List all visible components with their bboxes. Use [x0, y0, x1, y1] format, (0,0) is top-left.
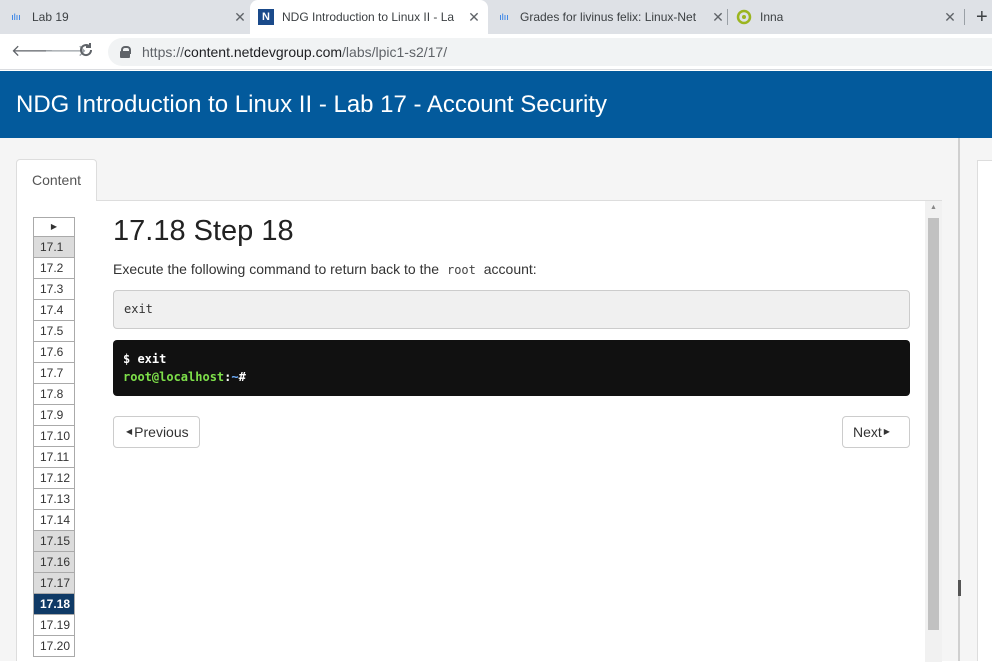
- step-instruction: Execute the following command to return …: [113, 261, 537, 277]
- previous-label: Previous: [134, 424, 189, 440]
- step-item[interactable]: 17.13: [33, 489, 75, 510]
- instruction-code: root: [446, 263, 476, 277]
- instruction-text: account:: [483, 261, 537, 277]
- step-item[interactable]: 17.15: [33, 531, 75, 552]
- step-item[interactable]: 17.9: [33, 405, 75, 426]
- reload-icon: [80, 43, 93, 57]
- step-item[interactable]: 17.5: [33, 321, 75, 342]
- step-nav-toggle[interactable]: ▶: [33, 217, 75, 237]
- ring-icon: [736, 9, 752, 25]
- command-box[interactable]: exit: [113, 290, 910, 329]
- content-scrollbar[interactable]: ▲: [925, 201, 942, 662]
- prompt-path: ~: [231, 370, 239, 384]
- terminal-line: $ exit: [123, 352, 167, 366]
- step-item[interactable]: 17.18: [33, 594, 75, 615]
- page-header: NDG Introduction to Linux II - Lab 17 - …: [0, 71, 992, 138]
- step-item[interactable]: 17.11: [33, 447, 75, 468]
- page-body: Content ▶ 17.1 17.2 17.3 17.4 17.5 17.6 17.7 17…: [0, 138, 992, 662]
- right-panel: [977, 160, 992, 661]
- step-item[interactable]: 17.20: [33, 636, 75, 657]
- scrollbar-thumb[interactable]: [928, 218, 939, 630]
- caret-left-icon: ◀: [126, 427, 133, 436]
- caret-right-icon: ▶: [883, 427, 890, 436]
- instruction-text: Execute the following command to return …: [113, 261, 440, 277]
- tab-content[interactable]: Content: [16, 159, 97, 201]
- tab-title: Grades for livinus felix: Linux-Net: [520, 10, 697, 24]
- step-item[interactable]: 17.6: [33, 342, 75, 363]
- tab-title: NDG Introduction to Linux II - La: [282, 10, 455, 24]
- step-item[interactable]: 17.14: [33, 510, 75, 531]
- step-heading: 17.18 Step 18: [113, 215, 294, 247]
- next-button[interactable]: Next ▶: [842, 416, 910, 448]
- url-path: /labs/lpic1-s2/17/: [342, 44, 448, 60]
- step-item[interactable]: 17.17: [33, 573, 75, 594]
- cisco-icon: ılıı: [499, 12, 509, 22]
- step-item[interactable]: 17.12: [33, 468, 75, 489]
- step-list: 17.1 17.2 17.3 17.4 17.5 17.6 17.7 17.8 17.9 17.1…: [33, 237, 75, 657]
- cisco-icon: ılıı: [11, 12, 21, 22]
- terminal-output: $ exit root@localhost:~#: [113, 340, 910, 396]
- close-icon[interactable]: ✕: [466, 9, 482, 26]
- browser-tab-inna[interactable]: Inna ✕: [736, 0, 958, 34]
- tab-title: Inna: [760, 10, 784, 24]
- new-tab-button[interactable]: +: [976, 0, 992, 34]
- terminal-prompt: root@localhost:~#: [123, 368, 900, 386]
- page-title: NDG Introduction to Linux II - Lab 17 - …: [16, 91, 607, 118]
- address-bar[interactable]: https://content.netdevgroup.com/labs/lpi…: [108, 38, 992, 66]
- browser-tab-lab19[interactable]: ılıı Lab 19 ✕: [8, 0, 248, 34]
- step-item[interactable]: 17.2: [33, 258, 75, 279]
- content-panel: ▶ 17.1 17.2 17.3 17.4 17.5 17.6 17.7 17.8 17.9 17…: [16, 200, 942, 662]
- previous-button[interactable]: ◀ Previous: [113, 416, 200, 448]
- step-item[interactable]: 17.1: [33, 237, 75, 258]
- browser-tab-ndg[interactable]: N NDG Introduction to Linux II - La ✕: [250, 0, 488, 34]
- back-button[interactable]: 🡐: [11, 42, 54, 62]
- close-icon[interactable]: ✕: [942, 9, 958, 26]
- step-item[interactable]: 17.19: [33, 615, 75, 636]
- step-navigator: ▶ 17.1 17.2 17.3 17.4 17.5 17.6 17.7 17.8 17.9 17…: [33, 217, 75, 657]
- close-icon[interactable]: ✕: [710, 9, 726, 26]
- tab-separator: [964, 9, 965, 25]
- tab-separator: [727, 9, 728, 25]
- prompt-hash: #: [238, 370, 246, 384]
- close-icon[interactable]: ✕: [232, 9, 248, 26]
- step-item[interactable]: 17.7: [33, 363, 75, 384]
- plus-icon: +: [976, 5, 988, 28]
- step-item[interactable]: 17.3: [33, 279, 75, 300]
- step-item[interactable]: 17.16: [33, 552, 75, 573]
- url-scheme: https://: [142, 44, 185, 60]
- resize-handle[interactable]: [958, 580, 961, 596]
- url-domain: content.netdevgroup.com: [184, 44, 343, 60]
- tab-title: Lab 19: [32, 10, 69, 24]
- ndg-icon: N: [258, 9, 274, 25]
- reload-button[interactable]: [76, 42, 96, 62]
- forward-button[interactable]: 🡒: [44, 42, 87, 62]
- next-label: Next: [853, 424, 882, 440]
- lock-icon: [120, 46, 131, 58]
- browser-tab-grades[interactable]: ılıı Grades for livinus felix: Linux-Net…: [496, 0, 726, 34]
- browser-toolbar: 🡐 🡒 https://content.netdevgroup.com/labs…: [0, 34, 992, 70]
- step-item[interactable]: 17.8: [33, 384, 75, 405]
- step-item[interactable]: 17.10: [33, 426, 75, 447]
- prompt-user: root@localhost: [123, 370, 225, 384]
- step-item[interactable]: 17.4: [33, 300, 75, 321]
- browser-tabstrip: ılıı Lab 19 ✕ N NDG Introduction to Linu…: [0, 0, 992, 34]
- scroll-up-icon[interactable]: ▲: [925, 201, 942, 215]
